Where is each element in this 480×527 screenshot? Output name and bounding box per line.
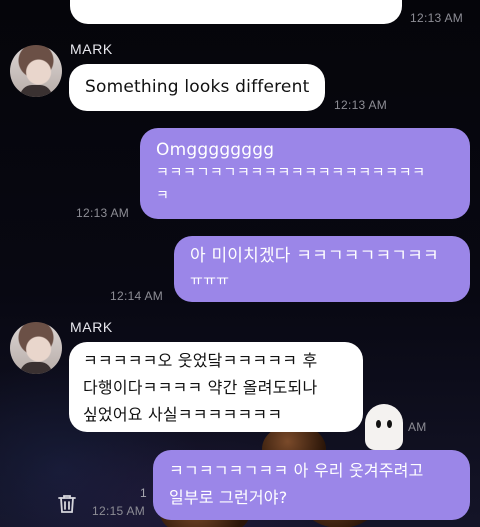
incoming-message-bubble[interactable]: ㅋㅋㅋㅋㅋ오 웃었닼ㅋㅋㅋㅋㅋ 후 다행이다ㅋㅋㅋㅋ 약간 올려도되나 싶었어요… xyxy=(69,342,363,432)
message-text: ㅋㅋㅋㅋㅋ오 웃었닼ㅋㅋㅋㅋㅋ 후 xyxy=(83,351,318,370)
message-timestamp: AM xyxy=(408,420,427,434)
previous-message-bubble[interactable] xyxy=(70,0,402,24)
message-timestamp: 12:13 AM xyxy=(410,11,464,25)
outgoing-message-bubble[interactable]: Omgggggggg ㅋㅋㅋㄱㅋㄱㅋㅋㅋㅋㅋㅋㅋㅋㅋㅋㅋㅋㅋㅋ ㅋ xyxy=(140,128,470,219)
message-text: 싶었어요 사실ㅋㅋㅋㅋㅋㅋㅋ xyxy=(83,405,283,424)
incoming-message-bubble[interactable]: Something looks different xyxy=(69,64,326,111)
message-text: 일부로 그런거야? xyxy=(169,488,288,507)
avatar[interactable] xyxy=(10,322,62,374)
message-text: ㅋㅋㅋㄱㅋㄱㅋㅋㅋㅋㅋㅋㅋㅋㅋㅋㅋㅋㅋㅋ xyxy=(156,165,426,181)
message-timestamp: 12:13 AM xyxy=(76,206,130,220)
message-text: ㅠㅠㅠ xyxy=(190,273,230,289)
message-text: 다행이다ㅋㅋㅋㅋ 약간 올려도되나 xyxy=(83,378,318,397)
ghost-decoration xyxy=(365,404,403,450)
message-text: ㅋㄱㅋㄱㅋㄱㅋㅋ 아 우리 웃겨주려고 xyxy=(169,461,424,480)
trash-icon[interactable] xyxy=(55,492,79,516)
message-text: ㅋ xyxy=(156,188,170,204)
message-timestamp: 12:14 AM xyxy=(110,289,164,303)
outgoing-message-bubble[interactable]: 아 미이치겠다 ㅋㅋㄱㅋㄱㅋㄱㅋㅋ ㅠㅠㅠ xyxy=(174,236,470,302)
sender-name: MARK xyxy=(70,41,113,57)
outgoing-message-bubble[interactable]: ㅋㄱㅋㄱㅋㄱㅋㅋ 아 우리 웃겨주려고 일부로 그런거야? xyxy=(153,450,470,520)
avatar[interactable] xyxy=(10,45,62,97)
message-text: Omgggggggg xyxy=(156,140,275,160)
message-read-count: 1 xyxy=(140,486,147,500)
message-timestamp: 12:15 AM xyxy=(92,504,146,518)
message-timestamp: 12:13 AM xyxy=(334,98,388,112)
message-text: 아 미이치겠다 ㅋㅋㄱㅋㄱㅋㄱㅋㅋ xyxy=(190,246,439,266)
sender-name: MARK xyxy=(70,319,113,335)
message-text: Something looks different xyxy=(85,77,310,97)
